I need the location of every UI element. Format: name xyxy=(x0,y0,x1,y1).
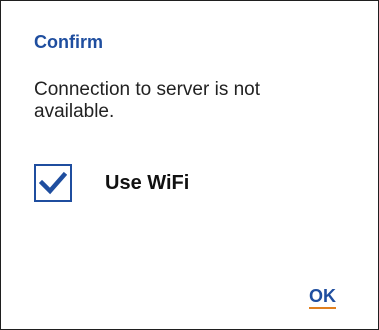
ok-button[interactable]: OK xyxy=(309,286,336,309)
checkmark-icon xyxy=(39,171,67,195)
use-wifi-checkbox-row[interactable]: Use WiFi xyxy=(34,164,189,202)
use-wifi-label[interactable]: Use WiFi xyxy=(105,172,189,195)
confirm-dialog: Confirm Connection to server is not avai… xyxy=(0,0,379,330)
ok-button-text: OK xyxy=(309,286,336,309)
use-wifi-checkbox[interactable] xyxy=(34,164,72,202)
ok-label: OK xyxy=(309,286,336,306)
dialog-message: Connection to server is not available. xyxy=(34,79,261,122)
dialog-title: Confirm xyxy=(34,32,103,52)
ok-focus-underline xyxy=(309,307,336,309)
